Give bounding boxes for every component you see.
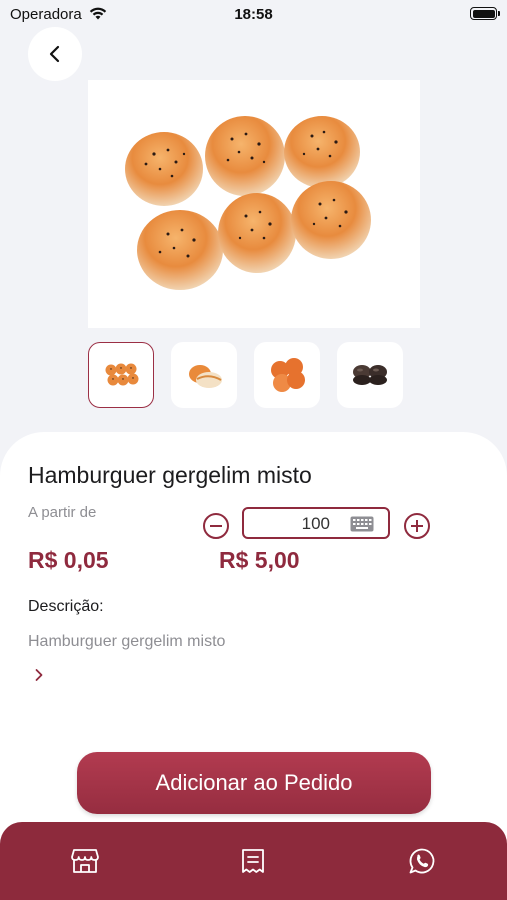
minus-icon [210, 525, 222, 527]
chevron-left-icon [49, 45, 60, 63]
sesame-buns-image [125, 116, 371, 290]
quantity-value: 100 [301, 514, 330, 533]
thumbnail-sesame-buns[interactable] [88, 342, 154, 408]
bottom-tab-bar [0, 822, 507, 900]
quantity-input[interactable]: 100 [242, 507, 390, 539]
tab-whatsapp[interactable] [407, 846, 437, 876]
unit-price: R$ 0,05 [28, 547, 109, 573]
thumbnail-bread-roll[interactable] [171, 342, 237, 408]
thumbnail-orange-buns[interactable] [254, 342, 320, 408]
status-bar: Operadora 18:58 [0, 0, 507, 30]
thumbnail-dark-buns[interactable] [337, 342, 403, 408]
battery-icon [470, 7, 500, 20]
tab-orders[interactable] [238, 846, 268, 876]
product-title: Hamburguer gergelim misto [28, 462, 312, 488]
back-button[interactable] [28, 27, 82, 81]
sesame-buns-thumb-image [105, 363, 139, 386]
bread-roll-thumb-image [189, 365, 222, 388]
tab-store[interactable] [70, 846, 100, 876]
order-list-icon [242, 849, 264, 873]
total-price: R$ 5,00 [219, 547, 300, 573]
price-prefix-label: A partir de [28, 504, 97, 521]
dark-buns-thumb-image [353, 365, 387, 385]
decrease-quantity-button[interactable] [203, 513, 229, 539]
add-to-order-button[interactable]: Adicionar ao Pedido [77, 752, 431, 814]
description-text: Hamburguer gergelim misto [28, 633, 226, 650]
description-label: Descrição: [28, 598, 104, 615]
clock: 18:58 [234, 6, 273, 23]
keyboard-icon [350, 516, 374, 532]
whatsapp-icon [409, 848, 435, 874]
product-thumbnails [88, 342, 418, 408]
orange-buns-thumb-image [271, 358, 305, 392]
store-icon [71, 849, 99, 873]
product-main-image [88, 80, 420, 328]
increase-quantity-button[interactable] [404, 513, 430, 539]
chevron-right-icon[interactable] [34, 667, 44, 683]
